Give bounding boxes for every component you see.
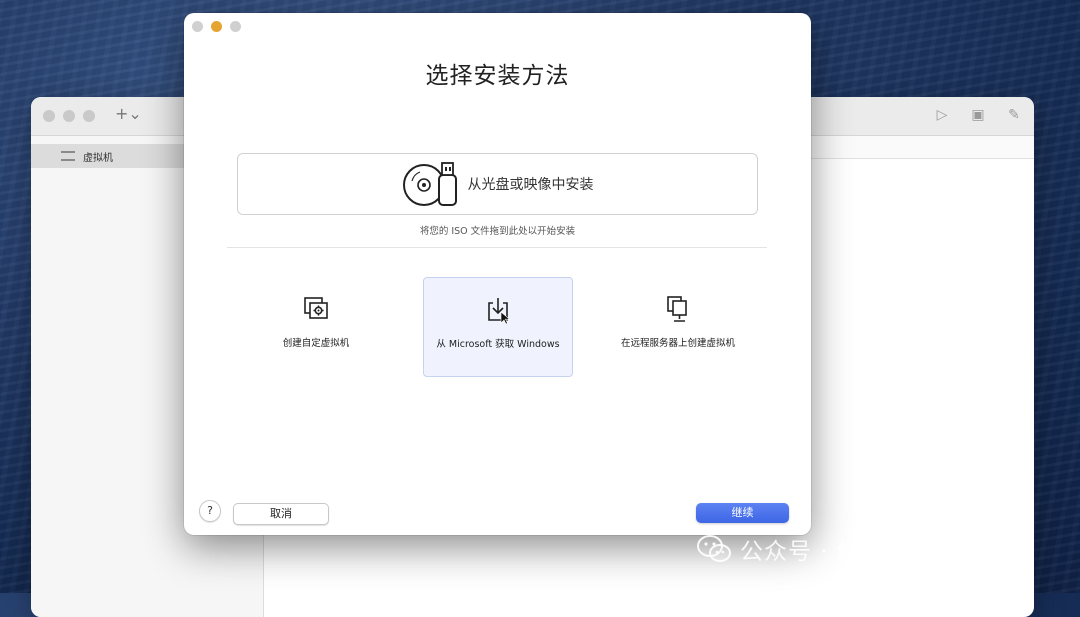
wechat-icon [697,535,731,562]
cancel-button[interactable]: 取消 [233,503,329,525]
create-vm-on-remote-server-option[interactable]: 在远程服务器上创建虚拟机 [604,277,752,375]
dialog-minimize-button[interactable] [211,21,222,32]
remote-server-icon [667,296,687,322]
play-icon[interactable]: ▷ [933,106,951,124]
vm-list-icon [61,151,75,161]
install-method-dialog: 选择安装方法 从光盘或映像中安装 将您的 ISO 文件拖到此处以开始安装 创建自… [184,13,811,535]
option-label: 从 Microsoft 获取 Windows [436,339,560,350]
install-from-disc-label: 从光盘或映像中安装 [467,177,594,193]
get-windows-from-microsoft-option[interactable]: 从 Microsoft 获取 Windows [423,277,573,377]
watermark-text: 公众号 · 红头发蓝胖子 [740,539,981,565]
continue-button[interactable]: 继续 [696,503,789,523]
dialog-zoom-button[interactable] [230,21,241,32]
snapshot-icon[interactable]: ▣ [969,106,987,124]
help-button[interactable]: ? [199,500,221,522]
create-custom-vm-option[interactable]: 创建自定虚拟机 [242,277,390,375]
install-from-disc-option[interactable]: 从光盘或映像中安装 [237,153,758,215]
option-label: 在远程服务器上创建虚拟机 [620,338,735,349]
custom-vm-icon [304,297,328,319]
watermark: 公众号 · 红头发蓝胖子 [696,532,981,566]
dialog-close-button[interactable] [192,21,203,32]
disc-usb-icon [402,162,457,206]
sidebar-item-label: 虚拟机 [83,152,113,164]
minimize-window-button[interactable] [63,110,75,122]
drop-iso-hint: 将您的 ISO 文件拖到此处以开始安装 [419,226,576,237]
option-label: 创建自定虚拟机 [282,338,350,349]
add-vm-button[interactable]: +⌄ [115,104,142,123]
dialog-title: 选择安装方法 [425,63,570,89]
zoom-window-button[interactable] [83,110,95,122]
settings-wrench-icon[interactable]: ✎ [1005,106,1023,124]
close-window-button[interactable] [43,110,55,122]
divider [227,247,767,248]
download-icon [488,298,511,325]
